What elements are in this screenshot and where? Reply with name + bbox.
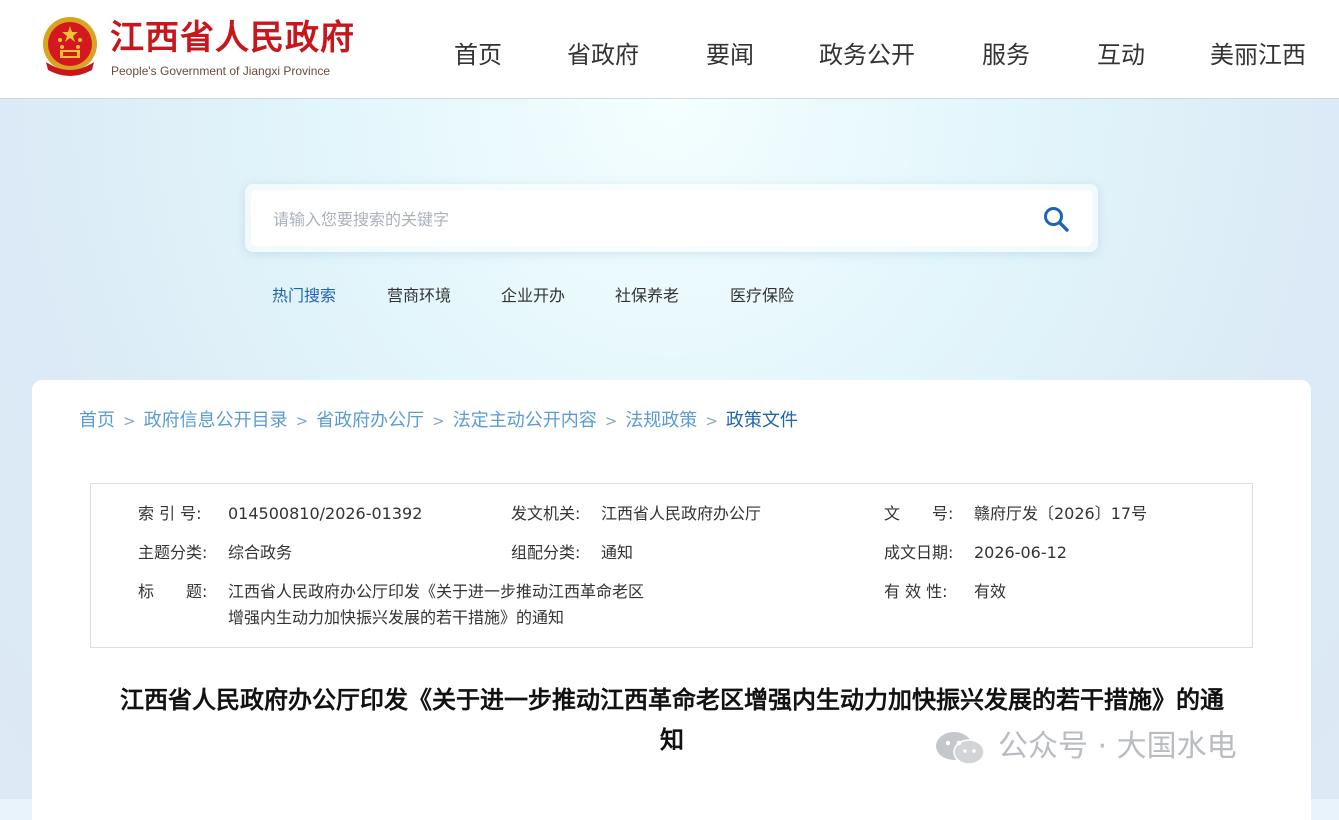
hot-search-item[interactable]: 营商环境 <box>387 284 451 308</box>
watermark-text: 公众号 · 大国水电 <box>998 729 1237 764</box>
meta-topic-label: 主题分类: <box>138 543 208 562</box>
search-box <box>245 184 1098 252</box>
breadcrumb-current[interactable]: 政策文件 <box>726 410 798 431</box>
meta-index-value: 014500810/2026-01392 <box>228 504 423 523</box>
search-icon[interactable] <box>1042 205 1070 233</box>
breadcrumb-separator: > <box>432 412 445 430</box>
breadcrumb-separator: > <box>295 412 309 430</box>
meta-doc-no-label: 文 号: <box>884 504 954 523</box>
meta-issuer-value: 江西省人民政府办公厅 <box>601 504 762 523</box>
meta-title: 标 题: 江西省人民政府办公厅印发《关于进一步推动江西革命老区 增强内生动力加快… <box>138 579 738 627</box>
meta-topic-value: 综合政务 <box>228 543 293 562</box>
meta-title-label: 标 题: <box>138 582 208 601</box>
meta-index: 索 引 号: 014500810/2026-01392 <box>138 501 422 527</box>
meta-topic: 主题分类: 综合政务 <box>138 540 292 566</box>
breadcrumb-link[interactable]: 省政府办公厅 <box>316 410 424 431</box>
nav-item-provincial-government[interactable]: 省政府 <box>567 38 639 72</box>
breadcrumb-separator: > <box>604 412 618 430</box>
nav-item-home[interactable]: 首页 <box>454 38 502 72</box>
nav-item-services[interactable]: 服务 <box>982 38 1030 72</box>
nav-item-government-affairs[interactable]: 政务公开 <box>819 38 915 72</box>
breadcrumb-link[interactable]: 法定主动公开内容 <box>453 410 597 431</box>
meta-issuer-label: 发文机关: <box>511 504 581 523</box>
meta-title-value-line1: 江西省人民政府办公厅印发《关于进一步推动江西革命老区 <box>228 582 645 601</box>
hot-search-item[interactable]: 医疗保险 <box>730 284 794 308</box>
meta-genre: 组配分类: 通知 <box>511 540 633 566</box>
breadcrumb-link[interactable]: 法规政策 <box>625 410 697 431</box>
breadcrumb: 首页 > 政府信息公开目录 > 省政府办公厅 > 法定主动公开内容 > 法规政策 > 政策文件 <box>79 409 798 433</box>
nav-item-news[interactable]: 要闻 <box>706 38 754 72</box>
meta-issuer: 发文机关: 江西省人民政府办公厅 <box>511 501 761 527</box>
nav-item-interaction[interactable]: 互动 <box>1097 38 1145 72</box>
meta-doc-no: 文 号: 赣府厅发〔2026〕17号 <box>884 501 1147 527</box>
meta-title-value-line2: 增强内生动力加快振兴发展的若干措施》的通知 <box>228 608 565 627</box>
meta-validity-value: 有效 <box>974 582 1007 601</box>
search-field-wrapper <box>251 190 1092 248</box>
nav-item-beautiful-jiangxi[interactable]: 美丽江西 <box>1210 38 1306 72</box>
meta-date: 成文日期: 2026-06-12 <box>884 540 1067 566</box>
site-header: 江西省人民政府 People's Government of Jiangxi P… <box>0 0 1339 99</box>
hot-search-label: 热门搜索 <box>272 286 337 305</box>
document-metadata-table: 索 引 号: 014500810/2026-01392 发文机关: 江西省人民政… <box>90 483 1253 648</box>
hot-search-item[interactable]: 社保养老 <box>615 284 679 308</box>
breadcrumb-link[interactable]: 政府信息公开目录 <box>144 410 288 431</box>
meta-validity: 有 效 性: 有效 <box>884 579 1006 605</box>
hot-search-item[interactable]: 企业开办 <box>501 284 565 308</box>
wechat-icon <box>936 732 985 765</box>
meta-validity-label: 有 效 性: <box>884 582 948 601</box>
breadcrumb-separator: > <box>123 412 136 430</box>
meta-genre-label: 组配分类: <box>511 543 581 562</box>
document-title-line1: 江西省人民政府办公厅印发《关于进一步推动江西革命老区增强内生动力加快振兴发展的若… <box>120 686 1224 714</box>
breadcrumb-separator: > <box>705 412 718 430</box>
main-nav: 首页 省政府 要闻 政务公开 服务 互动 美丽江西 <box>0 38 1339 74</box>
hot-search-row: 热门搜索 营商环境 企业开办 社保养老 医疗保险 <box>0 284 1339 308</box>
meta-date-value: 2026-06-12 <box>974 543 1067 562</box>
meta-date-label: 成文日期: <box>884 543 954 562</box>
meta-index-label: 索 引 号: <box>138 504 202 523</box>
breadcrumb-link[interactable]: 首页 <box>79 410 115 431</box>
meta-doc-no-value: 赣府厅发〔2026〕17号 <box>974 504 1148 523</box>
search-input[interactable] <box>271 190 1015 248</box>
meta-genre-value: 通知 <box>601 543 634 562</box>
